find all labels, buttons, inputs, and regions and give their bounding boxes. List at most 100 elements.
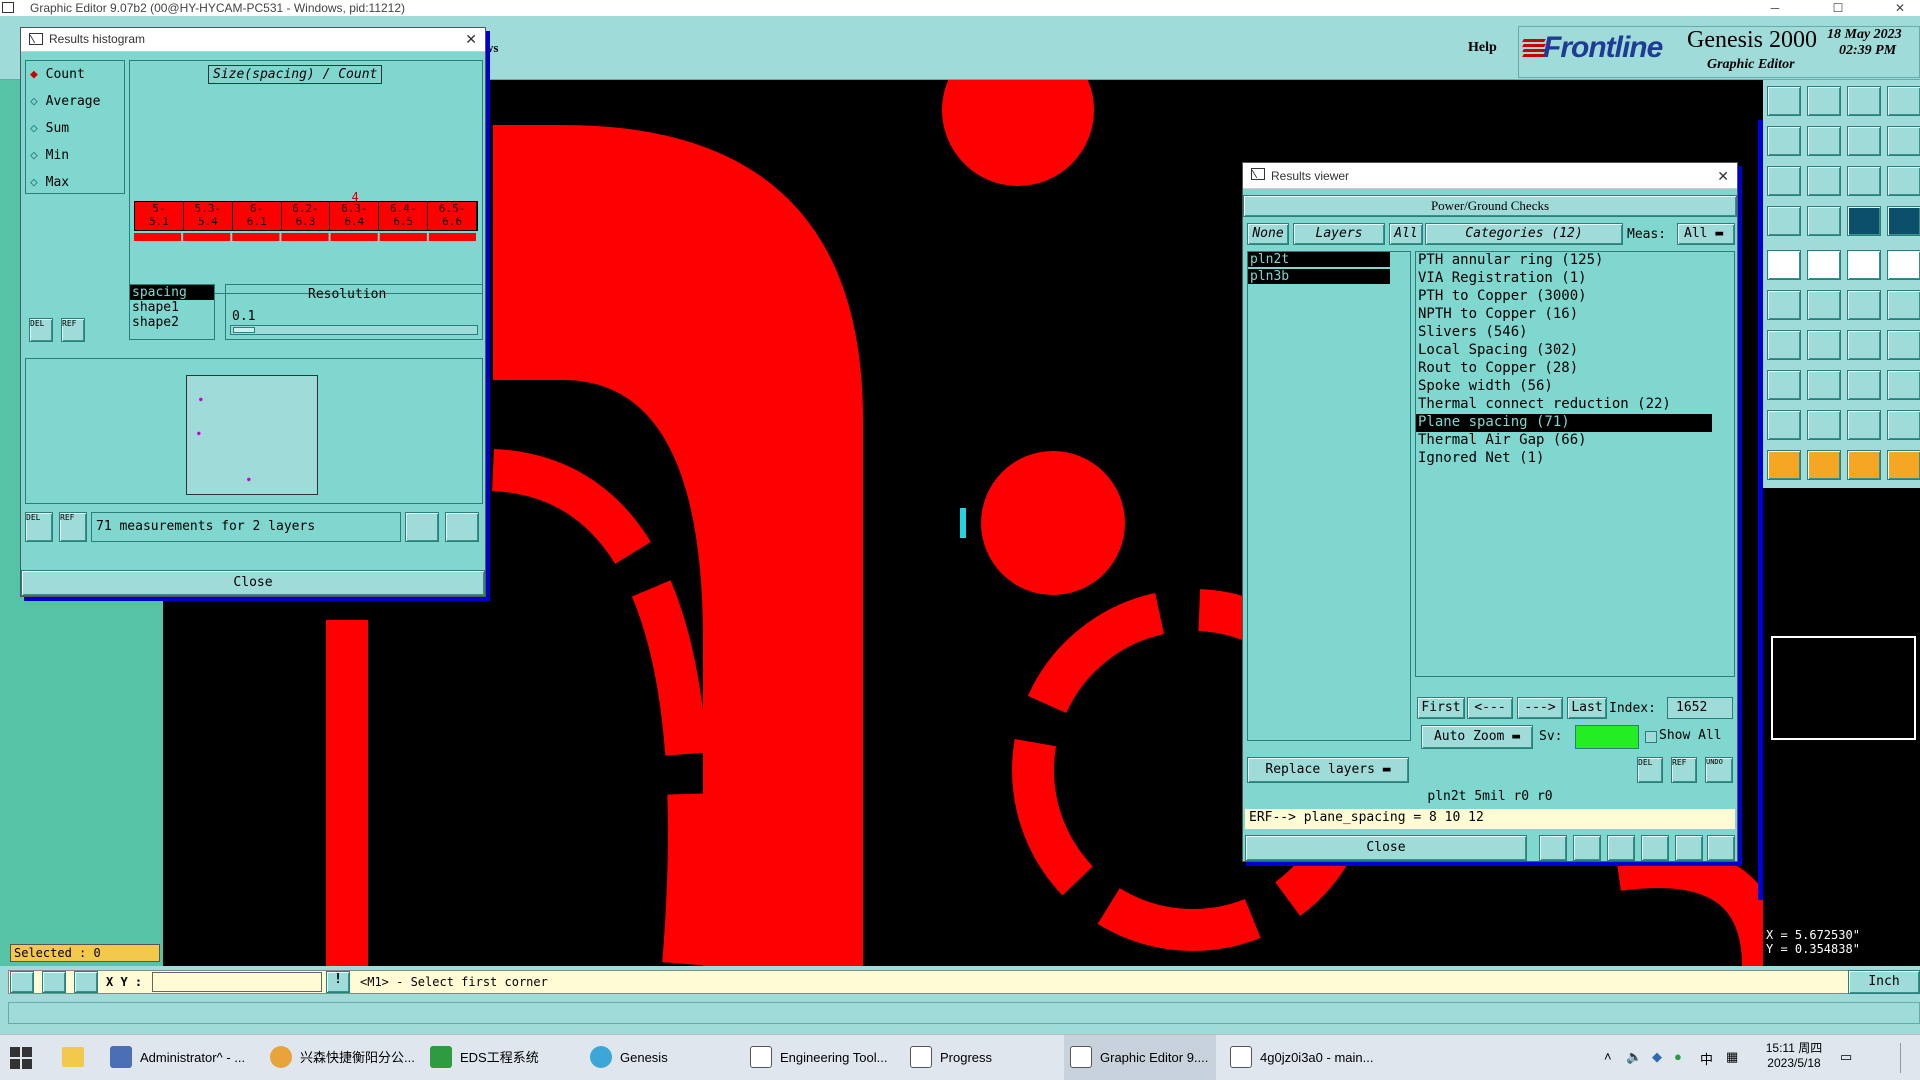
viewer-undo-button[interactable]: UNDO — [1705, 757, 1733, 783]
taskbar-item[interactable]: Engineering Tool... — [744, 1035, 896, 1080]
measure-ref-button[interactable]: REF — [59, 512, 87, 542]
tool-icon-5[interactable] — [1767, 126, 1801, 156]
tool-icon-22[interactable] — [1807, 290, 1841, 320]
tool-icon-32[interactable] — [1887, 370, 1920, 400]
taskbar-item[interactable]: Genesis — [584, 1035, 736, 1080]
first-button[interactable]: First — [1417, 697, 1465, 719]
taskbar-item[interactable]: 兴森快捷衡阳分公... — [264, 1035, 416, 1080]
histogram-bin-label[interactable]: 5- 5.1 — [135, 202, 184, 230]
none-button[interactable]: None — [1247, 223, 1289, 245]
close-window-button[interactable]: ✕ — [1880, 0, 1920, 16]
tool-icon-20[interactable] — [1887, 250, 1920, 280]
show-desktop-button[interactable] — [1900, 1043, 1904, 1073]
viewer-del-button[interactable]: DEL — [1637, 757, 1663, 783]
all-layers-button[interactable]: All — [1389, 223, 1423, 245]
tool-icon-8[interactable] — [1887, 126, 1920, 156]
grid-icon[interactable] — [42, 971, 66, 993]
tool-icon-33[interactable] — [1767, 410, 1801, 440]
tool-icon-12[interactable] — [1887, 166, 1920, 196]
viewer-close-button[interactable]: Close — [1245, 835, 1527, 861]
tool-icon-10[interactable] — [1807, 166, 1841, 196]
mode-average[interactable]: ◇ Average — [30, 94, 100, 109]
resolution-slider-thumb[interactable] — [233, 327, 255, 333]
category-item[interactable]: NPTH to Copper (16) — [1416, 306, 1734, 324]
tool-icon-27[interactable] — [1847, 330, 1881, 360]
taskbar-item[interactable]: 4g0jz0i3a0 - main... — [1224, 1035, 1376, 1080]
tool-icon-6[interactable] — [1807, 126, 1841, 156]
category-item[interactable]: Thermal Air Gap (66) — [1416, 432, 1734, 450]
tool-icon-11[interactable] — [1847, 166, 1881, 196]
replace-layers-select[interactable]: Replace layers ▬ — [1247, 757, 1409, 783]
viewer-tool-3[interactable] — [1607, 835, 1635, 861]
taskbar-item[interactable]: Graphic Editor 9.... — [1064, 1035, 1216, 1080]
viewer-tool-4[interactable] — [1641, 835, 1669, 861]
prev-button[interactable]: <--- — [1467, 697, 1513, 719]
histogram-chart-icon[interactable] — [1707, 835, 1735, 861]
last-button[interactable]: Last — [1567, 697, 1607, 719]
layer-item[interactable]: pln2t — [1248, 252, 1390, 267]
tool-icon-36[interactable] — [1887, 410, 1920, 440]
tool-icon-31[interactable] — [1847, 370, 1881, 400]
attr-shape2[interactable]: shape2 — [130, 315, 214, 330]
category-item[interactable]: Rout to Copper (28) — [1416, 360, 1734, 378]
category-item[interactable]: PTH to Copper (3000) — [1416, 288, 1734, 306]
tool-icon-4[interactable] — [1887, 86, 1920, 116]
category-item-selected[interactable]: Plane spacing (71) — [1416, 414, 1712, 432]
histogram-bin-label[interactable]: 6.4- 6.5 — [379, 202, 429, 230]
tool-icon-21[interactable] — [1767, 290, 1801, 320]
histogram-bin-label[interactable]: 6.3- 6.4 — [330, 202, 380, 230]
tool-icon-15[interactable] — [1847, 206, 1881, 236]
histogram-chart-icon[interactable] — [445, 512, 479, 542]
keyboard-icon[interactable]: ▦ — [1726, 1049, 1738, 1065]
layer-item[interactable]: pln3b — [1248, 269, 1390, 284]
tool-icon-28[interactable] — [1887, 330, 1920, 360]
tool-icon-23[interactable] — [1847, 290, 1881, 320]
category-item[interactable]: Local Spacing (302) — [1416, 342, 1734, 360]
viewer-tool-5[interactable] — [1675, 835, 1703, 861]
touch-tool-icon[interactable] — [1847, 450, 1881, 480]
measure-tool-icon[interactable] — [1887, 450, 1920, 480]
taskbar-item[interactable]: Progress — [904, 1035, 1056, 1080]
measure-del-button[interactable]: DEL — [25, 512, 53, 542]
select-tool-icon[interactable] — [1807, 450, 1841, 480]
network-icon[interactable]: ● — [1674, 1049, 1682, 1064]
mode-count[interactable]: ◆ Count — [30, 67, 85, 82]
taskbar-item[interactable]: EDS工程系统 — [424, 1035, 576, 1080]
tool-icon-17[interactable] — [1767, 250, 1801, 280]
tool-icon-35[interactable] — [1847, 410, 1881, 440]
mini-map[interactable] — [1771, 636, 1916, 740]
tool-icon-9[interactable] — [1767, 166, 1801, 196]
file-explorer-icon[interactable] — [62, 1047, 84, 1067]
category-item[interactable]: Thermal connect reduction (22) — [1416, 396, 1734, 414]
taskbar-item[interactable]: Administrator^ - ... — [104, 1035, 256, 1080]
tool-icon-19[interactable] — [1847, 250, 1881, 280]
tool-icon-7[interactable] — [1847, 126, 1881, 156]
tool-icon-18[interactable] — [1807, 250, 1841, 280]
mode-min[interactable]: ◇ Min — [30, 148, 69, 163]
center-icon[interactable] — [74, 971, 98, 993]
category-item[interactable]: PTH annular ring (125) — [1416, 252, 1734, 270]
histogram-bin-label[interactable]: 6.2- 6.3 — [282, 202, 331, 230]
maximize-button[interactable]: ☐ — [1818, 0, 1858, 16]
histogram-bin-label[interactable]: 6.5- 6.6 — [428, 202, 478, 230]
tool-icon-14[interactable] — [1807, 206, 1841, 236]
attr-spacing[interactable]: spacing — [130, 285, 214, 300]
alert-icon[interactable]: ! — [326, 971, 350, 993]
mode-max[interactable]: ◇ Max — [30, 175, 69, 190]
pointer-tool-icon[interactable] — [1767, 450, 1801, 480]
index-field[interactable]: 1652 — [1667, 697, 1733, 719]
tool-icon-1[interactable] — [1767, 86, 1801, 116]
tool-icon-16[interactable] — [1887, 206, 1920, 236]
category-item[interactable]: Spoke width (56) — [1416, 378, 1734, 396]
tool-icon-24[interactable] — [1887, 290, 1920, 320]
tool-icon-26[interactable] — [1807, 330, 1841, 360]
chevron-up-icon[interactable]: ˄ — [1604, 1049, 1612, 1064]
tool-icon-34[interactable] — [1807, 410, 1841, 440]
histogram-ref-button[interactable]: REF — [61, 318, 85, 342]
category-item[interactable]: VIA Registration (1) — [1416, 270, 1734, 288]
viewer-tool-2[interactable] — [1573, 835, 1601, 861]
show-all-checkbox[interactable] — [1645, 731, 1657, 743]
category-item[interactable]: Slivers (546) — [1416, 324, 1734, 342]
layers-button[interactable]: Layers — [1293, 223, 1385, 245]
histogram-close-button[interactable]: Close — [21, 570, 485, 596]
